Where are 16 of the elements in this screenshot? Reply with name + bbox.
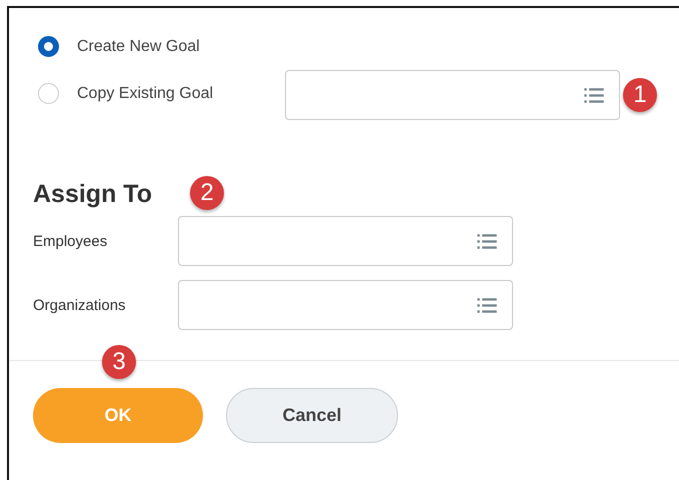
- radio-button[interactable]: [38, 36, 59, 57]
- callout-badge: 3: [102, 345, 136, 379]
- list-icon: [476, 296, 498, 314]
- field-label: Organizations: [33, 296, 127, 314]
- section-heading: Assign To: [33, 180, 152, 210]
- list-icon: [583, 86, 605, 104]
- input-field[interactable]: [178, 280, 513, 330]
- input-field[interactable]: [178, 216, 513, 266]
- goal-field[interactable]: [285, 70, 620, 120]
- field-label: Employees: [33, 232, 108, 250]
- list-icon: [476, 232, 498, 250]
- cancel-button[interactable]: Cancel: [226, 388, 398, 443]
- radio-label: Create New Goal: [77, 38, 200, 56]
- callout-badge: 1: [623, 78, 657, 112]
- radio-label: Copy Existing Goal: [77, 84, 214, 102]
- callout-badge: 2: [190, 176, 224, 210]
